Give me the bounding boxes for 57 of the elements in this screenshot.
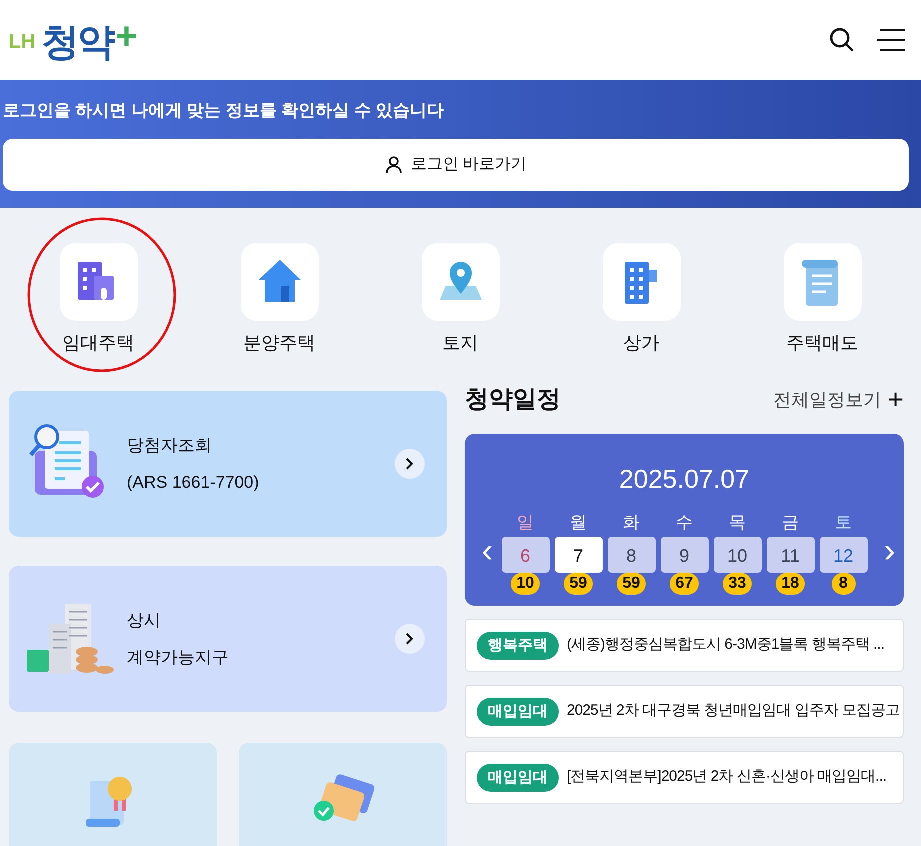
- menu-icon[interactable]: [877, 28, 905, 52]
- view-all-link[interactable]: 전체일정보기 +: [774, 386, 904, 414]
- date-cell[interactable]: 10: [714, 537, 762, 573]
- date-cell[interactable]: 11: [766, 537, 814, 573]
- login-button[interactable]: 로그인 바로가기: [3, 139, 909, 191]
- calendar-date: 2025.07.07: [619, 463, 750, 496]
- notice-item[interactable]: 매입임대 2025년 2차 대구경북 청년매입임대 입주자 모집공고: [465, 685, 904, 738]
- logo-text: 청약: [42, 24, 114, 62]
- date-cell[interactable]: 7: [554, 537, 602, 573]
- weekday-label: 일: [517, 512, 534, 534]
- prev-button[interactable]: ‹: [474, 534, 502, 568]
- count-badge: 18: [776, 573, 806, 595]
- chevron-right-icon: [395, 449, 425, 479]
- weekday-label: 월: [570, 512, 587, 534]
- chevron-right-icon: [395, 624, 425, 654]
- shortcut-card[interactable]: 상시 계약가능지구: [9, 566, 447, 712]
- tile-card[interactable]: [9, 743, 217, 846]
- quick-menu-item[interactable]: 임대주택: [8, 243, 189, 378]
- count-badge: 8: [832, 573, 856, 595]
- count-badge: 67: [670, 573, 700, 595]
- weekday-label: 화: [623, 512, 640, 534]
- notice-item[interactable]: 행복주택 (세종)행정중심복합도시 6-3M중1블록 행복주택 ...: [465, 619, 904, 672]
- card-subtitle: 계약가능지구: [127, 647, 230, 669]
- quick-menu-item[interactable]: 토지: [370, 243, 551, 378]
- notice-title: [전북지역본부]2025년 2차 신혼·신생아 매입임대...: [567, 767, 887, 788]
- logo-plus: +: [116, 18, 138, 56]
- shortcut-card[interactable]: 당첨자조회 (ARS 1661-7700): [9, 391, 447, 537]
- quick-menu-item[interactable]: 분양주택: [189, 243, 370, 378]
- category-tag: 행복주택: [477, 632, 559, 660]
- card-subtitle: (ARS 1661-7700): [127, 472, 260, 494]
- card-title: 상시: [127, 610, 162, 632]
- count-badge: 59: [564, 573, 594, 595]
- category-tag: 매입임대: [477, 764, 559, 792]
- search-icon[interactable]: [829, 27, 855, 53]
- weekday-label: 목: [729, 512, 746, 534]
- person-icon: [384, 156, 403, 174]
- weekday-label: 수: [676, 512, 693, 534]
- count-badge: 59: [616, 573, 646, 595]
- banner-message: 로그인을 하시면 나에게 맞는 정보를 확인하실 수 있습니다: [3, 100, 446, 122]
- date-cell[interactable]: 8: [608, 537, 656, 573]
- weekday-label: 금: [782, 512, 799, 534]
- schedule-title: 청약일정: [465, 385, 561, 415]
- next-button[interactable]: ›: [868, 534, 896, 568]
- notice-item[interactable]: 매입임대 [전북지역본부]2025년 2차 신혼·신생아 매입임대...: [465, 751, 904, 804]
- tile-card[interactable]: [239, 743, 447, 846]
- date-cell[interactable]: 9: [660, 537, 708, 573]
- notice-title: (세종)행정중심복합도시 6-3M중1블록 행복주택 ...: [567, 635, 885, 656]
- date-cell[interactable]: 12: [820, 537, 868, 573]
- notice-title: 2025년 2차 대구경북 청년매입임대 입주자 모집공고: [567, 701, 900, 722]
- weekday-label: 토: [835, 512, 852, 534]
- quick-menu-item[interactable]: 주택매도: [732, 243, 913, 378]
- logo-prefix: LH: [9, 32, 36, 52]
- category-tag: 매입임대: [477, 698, 559, 726]
- count-badge: 10: [510, 573, 540, 595]
- count-badge: 33: [722, 573, 752, 595]
- card-title: 당첨자조회: [127, 434, 213, 456]
- quick-menu-item[interactable]: 상가: [551, 243, 732, 378]
